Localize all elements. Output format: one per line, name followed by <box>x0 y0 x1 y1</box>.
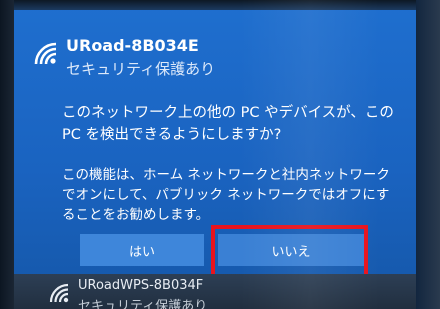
network-item-next[interactable]: URoadWPS-8B034F セキュリティ保護あり <box>14 274 416 309</box>
wifi-icon <box>34 42 57 65</box>
highlight-annotation <box>211 225 368 280</box>
yes-button[interactable]: はい <box>80 234 204 266</box>
wifi-icon <box>49 283 69 303</box>
network-security-status: セキュリティ保護あり <box>66 60 216 78</box>
next-network-security-status: セキュリティ保護あり <box>78 299 208 309</box>
network-ssid: URoad-8B034E <box>66 36 199 55</box>
network-item-current[interactable]: URoad-8B034E セキュリティ保護あり <box>32 36 412 84</box>
next-network-ssid: URoadWPS-8B034F <box>78 278 204 293</box>
discovery-info: この機能は、ホーム ネットワークと社内ネットワークでオンにして、パブリック ネッ… <box>62 167 390 223</box>
monitor-bezel-right <box>416 0 440 309</box>
discovery-question: このネットワーク上の他の PC やデバイスが、この PC を検出できるようにしま… <box>62 105 394 143</box>
monitor-bezel-top <box>0 0 440 10</box>
network-flyout: URoad-8B034E セキュリティ保護あり このネットワーク上の他の PC … <box>0 0 440 309</box>
monitor-bezel-left <box>0 0 14 309</box>
